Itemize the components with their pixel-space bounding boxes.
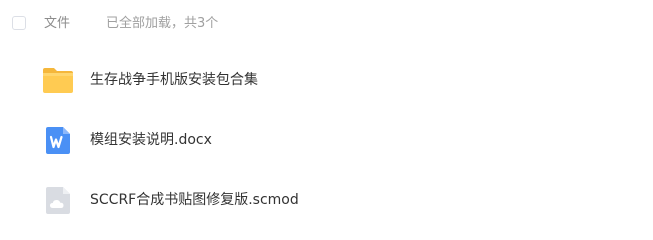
file-row[interactable]: 模组安装说明.docx: [0, 112, 653, 168]
file-name[interactable]: 生存战争手机版安装包合集: [90, 70, 258, 90]
file-list-header: 文件 已全部加载，共3个: [0, 0, 653, 48]
folder-icon: [42, 64, 74, 96]
column-label-file: 文件: [44, 16, 71, 31]
file-row[interactable]: SCCRF合成书贴图修复版.scmod: [0, 172, 653, 228]
load-status-text: 已全部加载，共3个: [106, 16, 219, 31]
cloud-file-icon: [42, 184, 74, 216]
file-list-panel: 文件 已全部加载，共3个 生存战争手机版安装包合集 模组安装说明.docx SC…: [0, 0, 653, 221]
file-name[interactable]: SCCRF合成书贴图修复版.scmod: [90, 190, 299, 210]
file-name[interactable]: 模组安装说明.docx: [90, 130, 212, 150]
file-row[interactable]: 生存战争手机版安装包合集: [0, 52, 653, 108]
select-all-checkbox[interactable]: [12, 16, 26, 30]
word-doc-icon: [42, 124, 74, 156]
